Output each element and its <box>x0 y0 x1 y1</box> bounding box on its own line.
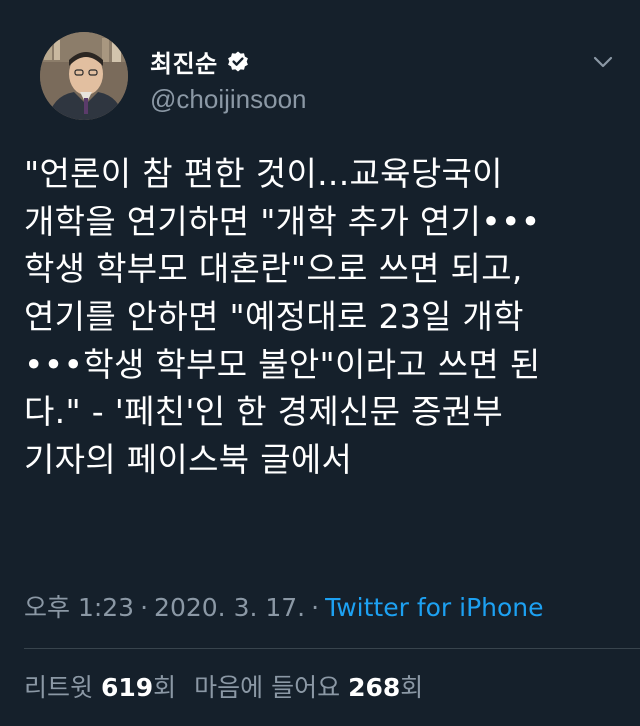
tweet-source-link[interactable]: Twitter for iPhone <box>325 593 543 622</box>
likes-stat[interactable]: 마음에 들어요 268회 <box>194 668 423 704</box>
retweets-count: 619 <box>100 673 154 702</box>
tweet-date[interactable]: 2020. 3. 17. <box>154 593 305 622</box>
tweet-line: 학생 학부모 대혼란"으로 쓰면 되고, <box>24 249 523 289</box>
display-name[interactable]: 최진순 <box>150 44 218 79</box>
author-name-row[interactable]: 최진순 <box>150 44 250 79</box>
tweet-line: •••학생 학부모 불안"이라고 쓰면 된 <box>24 344 541 384</box>
divider <box>24 648 640 649</box>
tweet-line: 개학을 연기하면 "개학 추가 연기••• <box>24 201 541 241</box>
verified-badge-icon <box>226 50 250 74</box>
meta-separator: · <box>140 593 149 622</box>
avatar-image <box>40 32 128 120</box>
likes-count: 268 <box>348 673 401 702</box>
tweet-time[interactable]: 오후 1:23 <box>24 593 134 622</box>
retweets-label: 리트윗 <box>24 673 94 702</box>
avatar[interactable] <box>40 32 128 120</box>
tweet-line: 연기를 안하면 "예정대로 23일 개학 <box>24 297 524 337</box>
tweet-stats: 리트윗 619회 마음에 들어요 268회 <box>24 668 423 704</box>
meta-separator: · <box>311 593 320 622</box>
tweet-text: "언론이 참 편한 것이...교육당국이 개학을 연기하면 "개학 추가 연기•… <box>24 150 624 484</box>
likes-label: 마음에 들어요 <box>194 673 341 702</box>
tweet-line: 기자의 페이스북 글에서 <box>24 440 353 480</box>
tweet-meta: 오후 1:23 · 2020. 3. 17. · Twitter for iPhone <box>24 588 544 624</box>
chevron-down-icon[interactable] <box>592 54 614 68</box>
tweet-line: "언론이 참 편한 것이...교육당국이 <box>24 154 503 193</box>
tweet-line: 다." - '페친'인 한 경제신문 증권부 <box>24 392 504 432</box>
retweet-stat[interactable]: 리트윗 619회 <box>24 668 176 704</box>
user-handle[interactable]: @choijinsoon <box>150 84 306 115</box>
likes-unit: 회 <box>400 673 424 702</box>
retweets-unit: 회 <box>153 673 177 702</box>
